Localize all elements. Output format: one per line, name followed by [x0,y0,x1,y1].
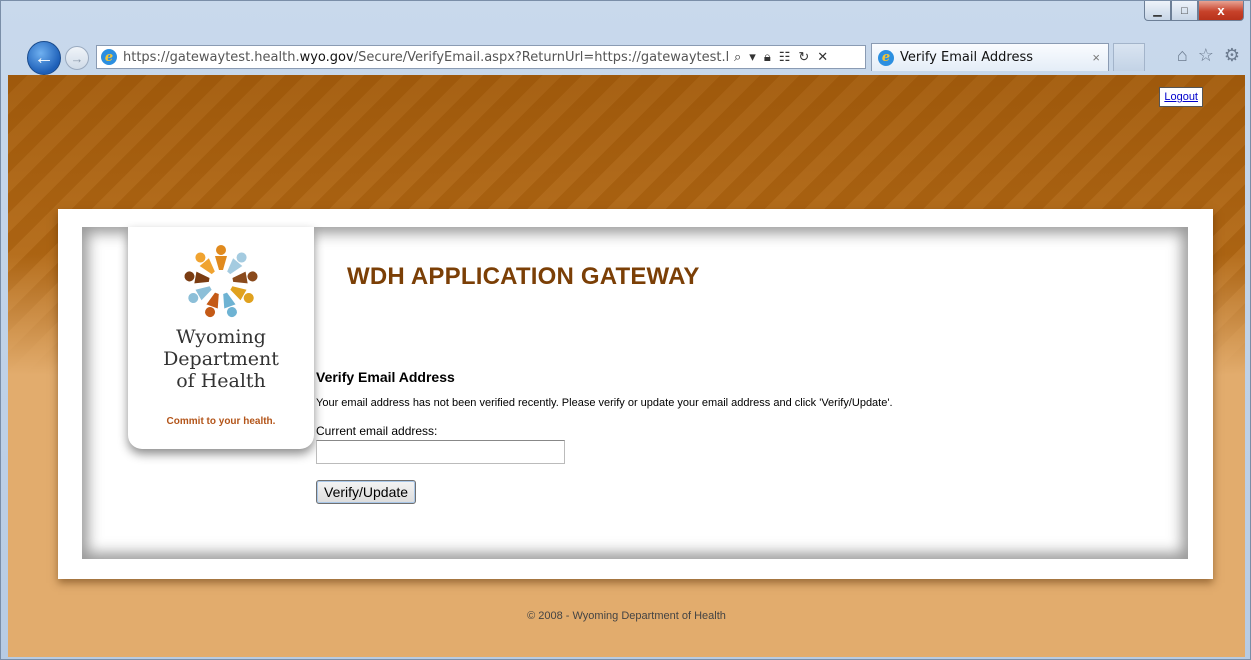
form-message: Your email address has not been verified… [316,397,893,409]
refresh-icon[interactable]: ↻ [798,49,809,65]
browser-window: ▁ □ x ← → e https://gatewaytest.health.w… [0,0,1251,660]
logo-tagline: Commit to your health. [166,416,276,427]
minimize-button[interactable]: ▁ [1144,1,1171,21]
page-title: WDH APPLICATION GATEWAY [347,263,700,290]
email-label: Current email address: [316,424,438,438]
logo-wordmark: Wyoming Department of Health [163,326,279,392]
browser-toolbar: ⌂ ☆ ⚙ [1177,45,1240,66]
favorites-star-icon[interactable]: ☆ [1198,45,1214,66]
content-card: Wyoming Department of Health Commit to y… [58,209,1213,579]
address-bar-icons: ⌕ ▾ 🔒︎ ☷ ↻ ✕ [734,49,828,65]
tab-close-icon[interactable]: × [1092,50,1100,65]
stop-icon[interactable]: ✕ [817,49,828,65]
address-bar[interactable]: e https://gatewaytest.health.wyo.gov/Sec… [96,45,866,69]
tab-ie-icon: e [878,49,894,66]
url-text[interactable]: https://gatewaytest.health.wyo.gov/Secur… [123,50,728,65]
wdh-logo: Wyoming Department of Health Commit to y… [128,227,314,449]
tab-verify-email[interactable]: e Verify Email Address × [871,43,1109,71]
logout-link[interactable]: Logout [1159,87,1203,107]
content-panel: Wyoming Department of Health Commit to y… [82,227,1188,559]
forward-arrow-icon: → [70,50,84,66]
title-bar: ▁ □ x [1,1,1251,35]
form-title: Verify Email Address [316,369,455,385]
verify-email-form: Verify Email Address Your email address … [316,369,893,504]
new-tab-button[interactable] [1113,43,1145,71]
home-icon[interactable]: ⌂ [1177,45,1188,66]
close-window-button[interactable]: x [1198,1,1244,21]
back-arrow-icon: ← [34,46,54,69]
url-domain: wyo.gov [299,49,354,65]
page-viewport: Logout Wyoming Department of Health Comm… [8,75,1245,657]
dropdown-icon[interactable]: ▾ [749,49,756,65]
forward-button[interactable]: → [65,46,89,70]
ie-logo-icon: e [101,49,117,65]
footer-copyright: © 2008 - Wyoming Department of Health [527,610,726,622]
gear-icon[interactable]: ⚙ [1224,45,1240,66]
email-field[interactable] [316,440,565,464]
lock-icon[interactable]: 🔒︎ [764,49,771,65]
compatibility-icon[interactable]: ☷ [779,49,791,65]
search-icon[interactable]: ⌕ [734,49,741,65]
window-controls: ▁ □ x [1144,1,1244,21]
verify-update-button[interactable]: Verify/Update [316,480,417,504]
wdh-figures-logo-icon [184,245,258,318]
maximize-button[interactable]: □ [1171,1,1198,21]
back-button[interactable]: ← [27,41,61,75]
tab-label: Verify Email Address [900,50,1033,65]
